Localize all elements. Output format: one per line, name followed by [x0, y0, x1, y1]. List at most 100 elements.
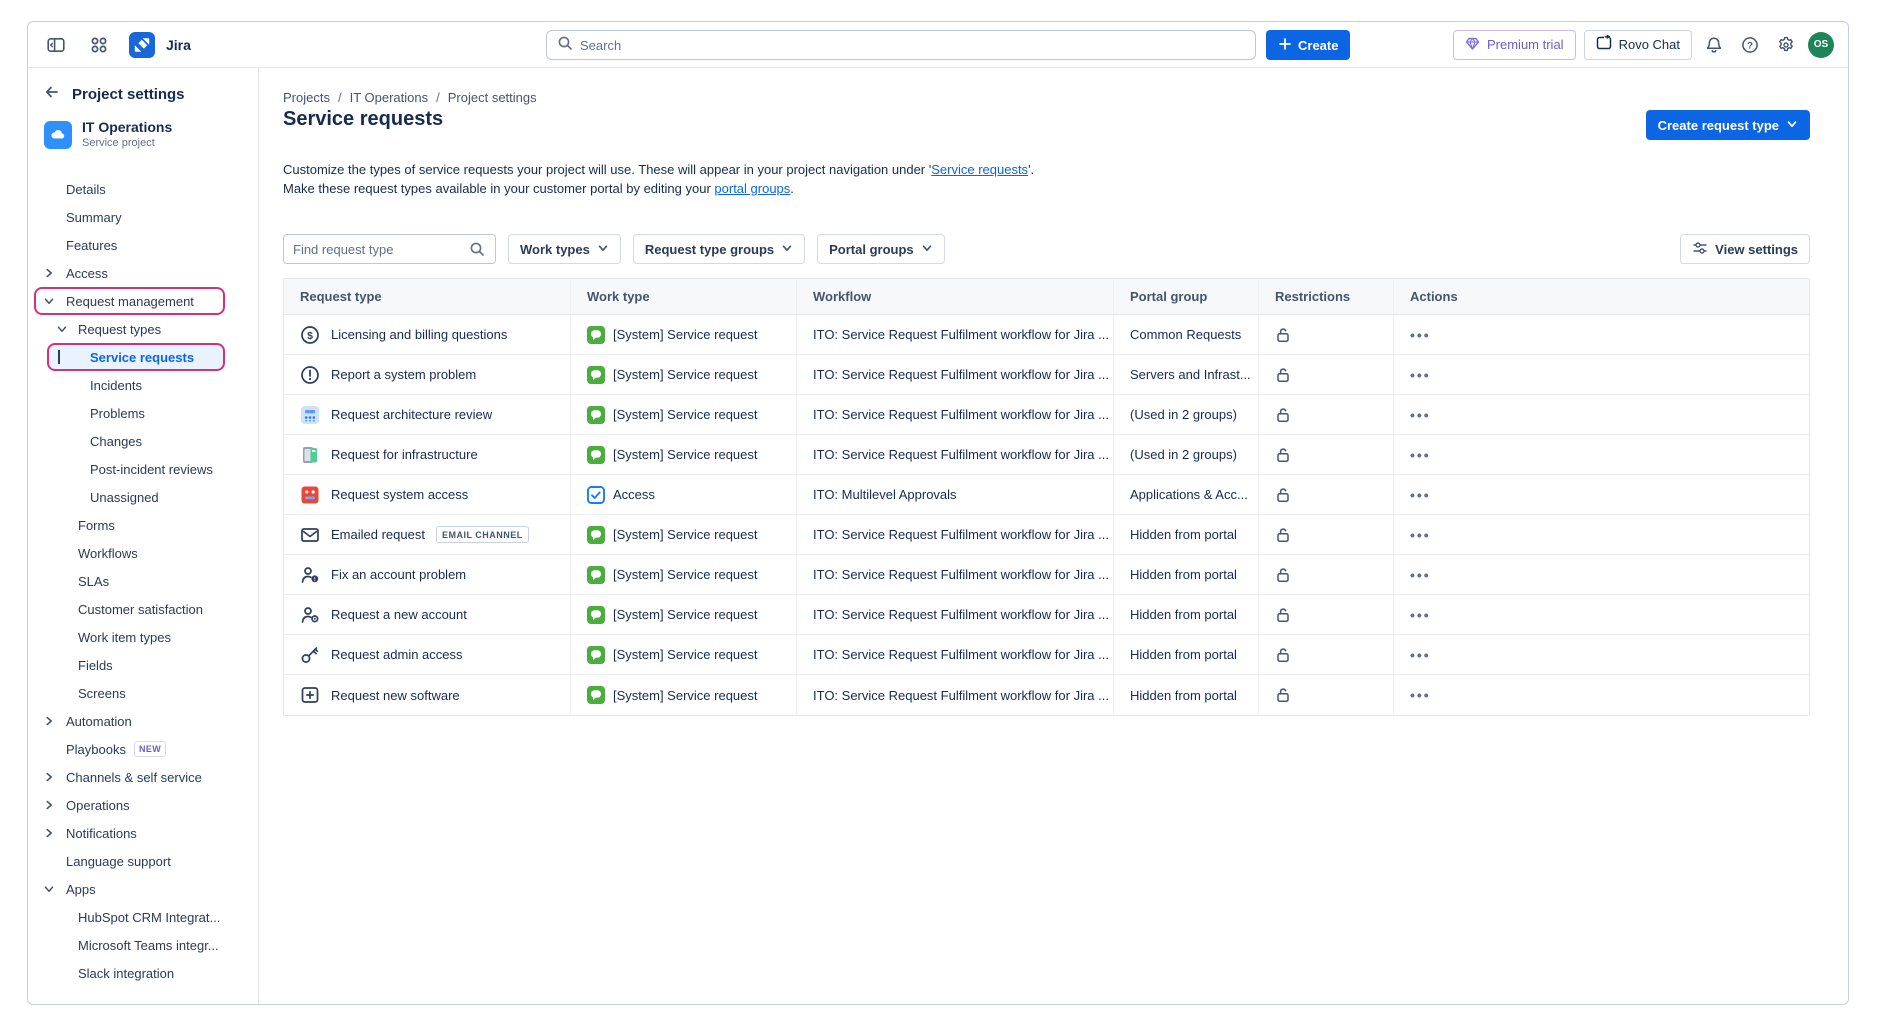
request-type-cell[interactable]: Emailed requestEMAIL CHANNEL: [284, 515, 571, 554]
table-row[interactable]: Emailed requestEMAIL CHANNEL[System] Ser…: [284, 515, 1809, 555]
table-row[interactable]: Request architecture review[System] Serv…: [284, 395, 1809, 435]
sidebar-item-customer-satisfaction[interactable]: Customer satisfaction: [28, 595, 258, 623]
request-type-cell[interactable]: Report a system problem: [284, 355, 571, 394]
sidebar-item-work-item-types[interactable]: Work item types: [28, 623, 258, 651]
global-search[interactable]: [546, 30, 1256, 60]
meatball-menu-icon[interactable]: •••: [1410, 327, 1431, 343]
work-type: [System] Service request: [587, 366, 758, 384]
request-type-name: Report a system problem: [300, 365, 476, 385]
table-row[interactable]: Request admin access[System] Service req…: [284, 635, 1809, 675]
sidebar-item-features[interactable]: Features: [28, 231, 258, 259]
premium-trial-button[interactable]: Premium trial: [1453, 30, 1576, 60]
sidebar-item-forms[interactable]: Forms: [28, 511, 258, 539]
table-row[interactable]: Report a system problem [System] Service …: [284, 355, 1809, 395]
meatball-menu-icon[interactable]: •••: [1410, 687, 1431, 703]
sidebar-item-post-incident-reviews[interactable]: Post-incident reviews: [28, 455, 258, 483]
request-type-cell[interactable]: !Fix an account problem: [284, 555, 571, 594]
chevron-down-icon: [56, 323, 68, 335]
sidebar-item-channels-self-service[interactable]: Channels & self service: [28, 763, 258, 791]
svg-text:?: ?: [1747, 40, 1753, 51]
portal-group-cell: Servers and Infrast...: [1114, 355, 1259, 394]
sidebar-item-request-types[interactable]: Request types: [28, 315, 258, 343]
meatball-menu-icon[interactable]: •••: [1410, 367, 1431, 383]
sidebar-collapse-icon[interactable]: [42, 31, 70, 59]
sidebar-item-unassigned[interactable]: Unassigned: [28, 483, 258, 511]
meatball-menu-icon[interactable]: •••: [1410, 647, 1431, 663]
sidebar-item-language-support[interactable]: Language support: [28, 847, 258, 875]
project-header[interactable]: IT Operations Service project: [44, 120, 242, 149]
meatball-menu-icon[interactable]: •••: [1410, 567, 1431, 583]
table-row[interactable]: Request new software[System] Service req…: [284, 675, 1809, 715]
request-type-cell[interactable]: Request system access: [284, 475, 571, 514]
table-row[interactable]: $Licensing and billing questions[System]…: [284, 315, 1809, 355]
sidebar-item-slack-integration[interactable]: Slack integration: [28, 959, 258, 987]
selected-item-indicator: [58, 350, 60, 364]
app-switcher-icon[interactable]: [85, 31, 113, 59]
service-request-icon: [587, 526, 605, 544]
breadcrumb-item[interactable]: Projects: [283, 90, 330, 105]
jira-logo-icon[interactable]: [128, 31, 156, 59]
sidebar-item-label: Forms: [78, 518, 115, 533]
sidebar-item-fields[interactable]: Fields: [28, 651, 258, 679]
create-button[interactable]: Create: [1266, 30, 1350, 60]
sidebar-item-playbooks[interactable]: PlaybooksNEW: [28, 735, 258, 763]
sidebar-item-changes[interactable]: Changes: [28, 427, 258, 455]
meatball-menu-icon[interactable]: •••: [1410, 407, 1431, 423]
sidebar-item-apps[interactable]: Apps: [28, 875, 258, 903]
request-type-cell[interactable]: Request admin access: [284, 635, 571, 674]
table-row[interactable]: Request for infrastructure[System] Servi…: [284, 435, 1809, 475]
request-type-cell[interactable]: Request for infrastructure: [284, 435, 571, 474]
filter-dropdown-request-type-groups[interactable]: Request type groups: [633, 234, 805, 264]
service-request-icon: [587, 366, 605, 384]
sidebar-item-details[interactable]: Details: [28, 175, 258, 203]
find-request-type-input[interactable]: [293, 242, 468, 257]
sidebar-item-hubspot-crm-integrat[interactable]: HubSpot CRM Integrat...: [28, 903, 258, 931]
filter-dropdown-work-types[interactable]: Work types: [508, 234, 621, 264]
back-to-project-button[interactable]: Project settings: [44, 84, 242, 104]
sidebar-item-microsoft-teams-integr[interactable]: Microsoft Teams integr...: [28, 931, 258, 959]
sidebar-item-workflows[interactable]: Workflows: [28, 539, 258, 567]
settings-gear-icon[interactable]: [1772, 31, 1800, 59]
request-type-cell[interactable]: Request architecture review: [284, 395, 571, 434]
filter-dropdown-portal-groups[interactable]: Portal groups: [817, 234, 945, 264]
meatball-menu-icon[interactable]: •••: [1410, 447, 1431, 463]
portal-group-cell: Hidden from portal: [1114, 555, 1259, 594]
request-type-cell[interactable]: Request new software: [284, 675, 571, 715]
user-avatar[interactable]: OS: [1808, 32, 1834, 58]
sidebar-item-screens[interactable]: Screens: [28, 679, 258, 707]
sidebar-item-request-management[interactable]: Request management: [28, 287, 258, 315]
request-type-cell[interactable]: Request a new account: [284, 595, 571, 634]
actions-cell: •••: [1394, 355, 1809, 394]
sidebar-item-slas[interactable]: SLAs: [28, 567, 258, 595]
meatball-menu-icon[interactable]: •••: [1410, 607, 1431, 623]
view-settings-button[interactable]: View settings: [1680, 234, 1810, 264]
find-request-type-field[interactable]: [283, 234, 496, 264]
sidebar-item-service-requests[interactable]: Service requests: [28, 343, 258, 371]
table-row[interactable]: !Fix an account problem[System] Service …: [284, 555, 1809, 595]
sidebar-item-access[interactable]: Access: [28, 259, 258, 287]
create-request-type-button[interactable]: Create request type: [1646, 110, 1810, 140]
notifications-bell-icon[interactable]: [1700, 31, 1728, 59]
request-type-cell[interactable]: $Licensing and billing questions: [284, 315, 571, 354]
sidebar-item-summary[interactable]: Summary: [28, 203, 258, 231]
breadcrumb-separator: /: [436, 90, 440, 105]
sidebar-item-incidents[interactable]: Incidents: [28, 371, 258, 399]
sidebar-item-problems[interactable]: Problems: [28, 399, 258, 427]
breadcrumb-item[interactable]: Project settings: [448, 90, 537, 105]
sidebar-item-notifications[interactable]: Notifications: [28, 819, 258, 847]
meatball-menu-icon[interactable]: •••: [1410, 527, 1431, 543]
request-type-name: Request new software: [300, 685, 460, 705]
chevron-right-icon: [43, 827, 55, 839]
column-header-work-type: Work type: [571, 279, 797, 314]
table-row[interactable]: Request system accessAccessITO: Multilev…: [284, 475, 1809, 515]
rovo-chat-button[interactable]: Rovo Chat: [1584, 30, 1692, 60]
sidebar-item-automation[interactable]: Automation: [28, 707, 258, 735]
sidebar-item-operations[interactable]: Operations: [28, 791, 258, 819]
table-row[interactable]: Request a new account[System] Service re…: [284, 595, 1809, 635]
meatball-menu-icon[interactable]: •••: [1410, 487, 1431, 503]
search-input[interactable]: [580, 38, 1245, 53]
breadcrumb-item[interactable]: IT Operations: [350, 90, 429, 105]
description-link[interactable]: Service requests: [931, 162, 1028, 177]
help-icon[interactable]: ?: [1736, 31, 1764, 59]
description-link[interactable]: portal groups: [714, 181, 790, 196]
